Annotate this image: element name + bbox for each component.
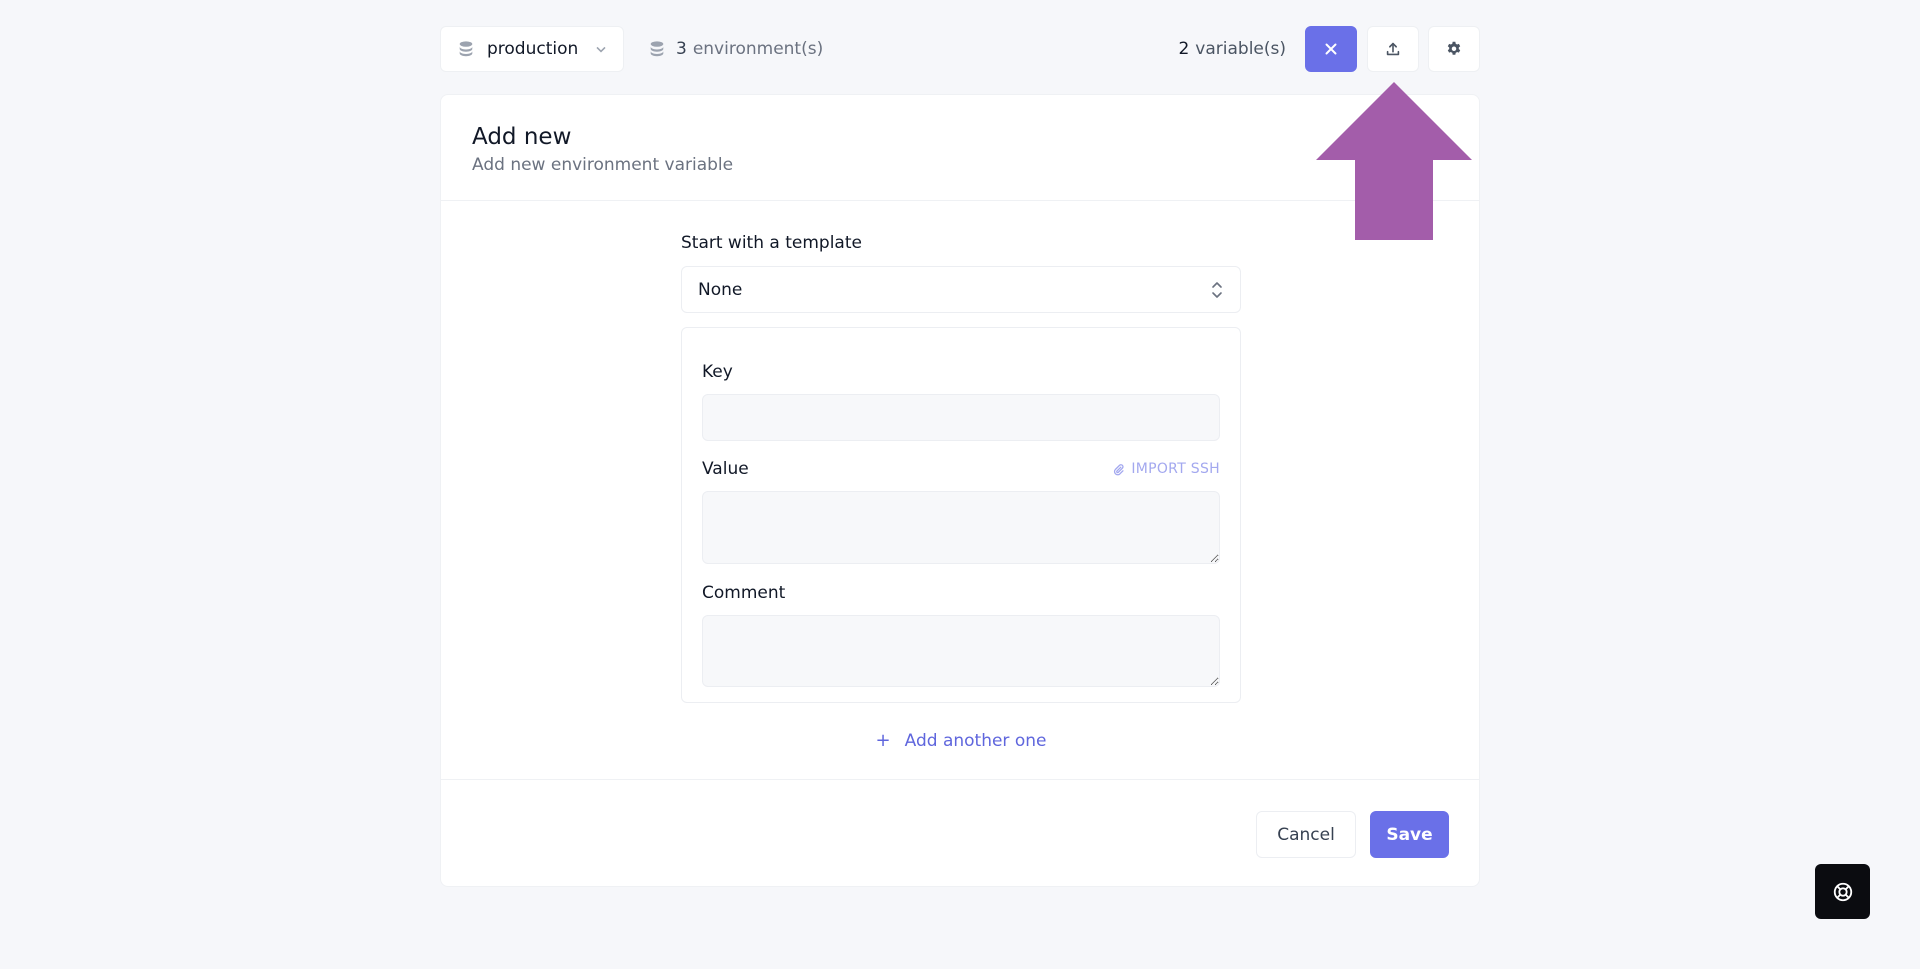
environment-select-value: production [487, 39, 579, 59]
save-button[interactable]: Save [1370, 811, 1449, 858]
variable-fieldset: Key Value IMPORT SSH Comment [681, 327, 1241, 703]
value-label: Value [702, 459, 749, 479]
chevron-down-icon [596, 46, 606, 53]
card-subtitle: Add new environment variable [472, 155, 734, 175]
settings-button[interactable] [1428, 26, 1480, 72]
template-select[interactable]: None [681, 266, 1241, 313]
annotation-arrow-up-icon [1316, 82, 1472, 240]
template-label: Start with a template [681, 233, 862, 253]
template-select-value: None [698, 279, 743, 300]
plus-icon: + [875, 730, 891, 751]
gear-icon [1447, 41, 1461, 55]
comment-label: Comment [702, 583, 786, 603]
variables-count: 2 variable(s) [1178, 26, 1286, 72]
value-textarea[interactable] [702, 491, 1220, 564]
key-input[interactable] [702, 394, 1220, 441]
environment-select[interactable]: production [440, 26, 624, 72]
import-ssh-label: IMPORT SSH [1131, 461, 1220, 477]
environments-count[interactable]: 3 environment(s) [640, 26, 831, 72]
import-ssh-link[interactable]: IMPORT SSH [1112, 461, 1220, 477]
close-form-button[interactable] [1305, 26, 1357, 72]
add-another-button[interactable]: + Add another one [681, 730, 1241, 751]
paperclip-icon [1114, 463, 1124, 475]
environments-count-number: 3 [676, 39, 687, 59]
card-footer: Cancel Save [441, 779, 1479, 887]
lifebuoy-icon [1833, 882, 1852, 901]
value-label-row: Value IMPORT SSH [702, 458, 1220, 480]
environments-count-label: environment(s) [692, 39, 824, 59]
variables-count-number: 2 [1178, 39, 1190, 59]
cancel-button[interactable]: Cancel [1256, 811, 1356, 858]
close-icon [1325, 43, 1337, 55]
database-icon [650, 41, 664, 57]
database-icon [459, 41, 473, 57]
variable-form: Start with a template None Key Value IMP… [681, 232, 1241, 751]
upload-icon [1386, 42, 1400, 56]
upload-button[interactable] [1367, 26, 1419, 72]
comment-textarea[interactable] [702, 615, 1220, 687]
card-title: Add new [472, 124, 572, 150]
help-button[interactable] [1815, 864, 1870, 919]
selector-icon [1212, 281, 1222, 298]
add-another-label: Add another one [904, 730, 1047, 751]
key-label: Key [702, 362, 733, 382]
variables-count-label: variable(s) [1195, 39, 1286, 59]
